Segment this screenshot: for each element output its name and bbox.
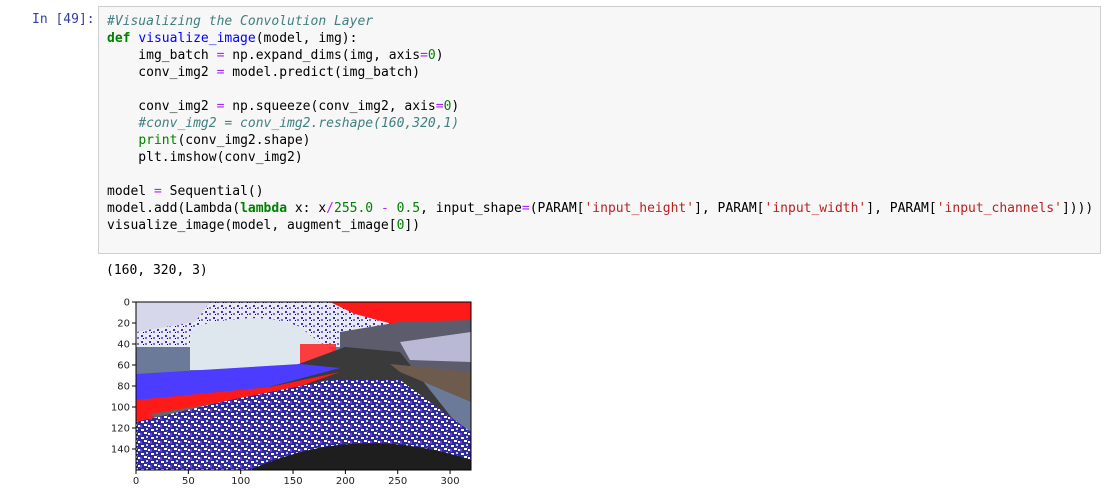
code-token: (PARAM[ xyxy=(529,201,585,216)
code-token: conv_img2 xyxy=(107,65,217,80)
code-token: ], PARAM[ xyxy=(694,201,765,216)
code-token: def xyxy=(107,31,131,46)
code-token: conv_img2 xyxy=(107,99,217,114)
x-tick-label: 50 xyxy=(182,476,195,484)
code-token: / xyxy=(326,201,334,216)
y-tick-label: 20 xyxy=(117,319,130,330)
code-token: np.expand_dims(img, axis xyxy=(224,48,421,63)
code-token: 255.0 xyxy=(334,201,374,216)
y-tick-label: 0 xyxy=(124,298,130,309)
code-token: 0 xyxy=(427,48,436,63)
code-token: ]) xyxy=(404,218,421,233)
x-tick-label: 300 xyxy=(441,476,460,484)
code-token: = xyxy=(521,201,530,216)
code-token: ]))) xyxy=(1061,201,1094,216)
code-line: #conv_img2 = conv_img2.reshape(160,320,1… xyxy=(107,116,459,131)
code-token: model.add(Lambda( xyxy=(107,201,241,216)
x-tick-label: 200 xyxy=(336,476,355,484)
imshow-plot: 0 50 100 150 200 250 300 0 20 40 60 80 100 120 140 xyxy=(100,292,480,488)
code-line: plt.imshow(conv_img2) xyxy=(107,150,303,165)
code-token: , input_shape xyxy=(420,201,522,216)
code-line: conv_img2 = model.predict(img_batch) xyxy=(107,65,420,80)
y-tick-label: 120 xyxy=(111,424,130,435)
code-line: visualize_image(model, augment_image[0]) xyxy=(107,218,420,233)
y-tick-label: 80 xyxy=(117,382,130,393)
code-token: 'input_height' xyxy=(584,201,695,216)
code-token: visualize_image xyxy=(138,31,256,46)
code-token: model.predict(img_batch) xyxy=(224,65,421,80)
code-token: ) xyxy=(435,48,444,63)
code-token: visualize_image(model, augment_image[ xyxy=(107,218,397,233)
code-token: (conv_img2.shape) xyxy=(177,133,311,148)
image-area xyxy=(136,302,471,470)
code-token: 'input_width' xyxy=(764,201,867,216)
code-line: print(conv_img2.shape) xyxy=(107,133,311,148)
code-token: 'input_channels' xyxy=(936,201,1062,216)
code-token: = xyxy=(153,184,162,199)
code-token: = xyxy=(435,99,444,114)
code-token: #conv_img2 = conv_img2.reshape(160,320,1… xyxy=(138,116,460,131)
code-token: ], PARAM[ xyxy=(866,201,937,216)
x-tick-label: 100 xyxy=(231,476,250,484)
code-token: Sequential() xyxy=(161,184,264,199)
y-tick-label: 60 xyxy=(117,361,130,372)
code-line: def visualize_image(model, img): xyxy=(107,31,357,46)
y-tick-label: 140 xyxy=(111,445,130,456)
code-line: img_batch = np.expand_dims(img, axis=0) xyxy=(107,48,444,63)
code-editor[interactable]: #Visualizing the Convolution Layer def v… xyxy=(107,13,1093,234)
code-token: 0.5 xyxy=(396,201,421,216)
cell-output-text: (160, 320, 3) xyxy=(106,263,208,278)
code-token: ) xyxy=(451,99,460,114)
code-token: np.squeeze(conv_img2, axis xyxy=(224,99,436,114)
code-line: model.add(Lambda(lambda x: x/255.0 - 0.5… xyxy=(107,201,1093,216)
code-cell[interactable]: #Visualizing the Convolution Layer def v… xyxy=(98,6,1101,254)
x-tick-label: 250 xyxy=(388,476,407,484)
code-token: plt.imshow(conv_img2) xyxy=(107,150,303,165)
code-token: (model, img): xyxy=(255,31,358,46)
code-token: - xyxy=(380,201,389,216)
code-token: img_batch xyxy=(107,48,217,63)
x-tick-label: 150 xyxy=(283,476,302,484)
code-token: #Visualizing the Convolution Layer xyxy=(107,14,374,29)
code-token: = xyxy=(420,48,428,63)
y-tick-label: 40 xyxy=(117,340,130,351)
cell-prompt: In [49]: xyxy=(32,12,95,27)
x-tick-label: 0 xyxy=(133,476,139,484)
y-axis-ticks: 0 20 40 60 80 100 120 140 xyxy=(111,298,136,456)
x-axis-ticks: 0 50 100 150 200 250 300 xyxy=(133,470,460,487)
plot-svg: 0 50 100 150 200 250 300 0 20 40 60 80 100 120 140 xyxy=(111,298,472,487)
code-token: model xyxy=(107,184,154,199)
code-token: x: x xyxy=(287,201,327,216)
code-line: conv_img2 = np.squeeze(conv_img2, axis=0… xyxy=(107,99,459,114)
y-tick-label: 100 xyxy=(111,403,130,414)
code-token: lambda xyxy=(240,201,288,216)
code-token: print xyxy=(138,133,178,148)
code-line: model = Sequential() xyxy=(107,184,264,199)
code-line: #Visualizing the Convolution Layer xyxy=(107,14,373,29)
